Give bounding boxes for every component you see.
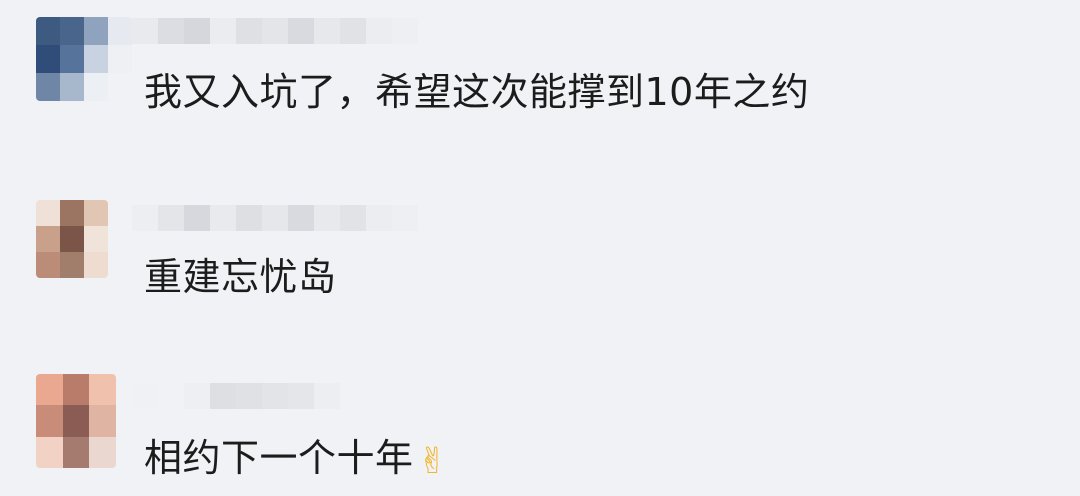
mosaic-tile xyxy=(89,436,116,468)
mosaic-tile xyxy=(84,73,108,101)
mosaic-tile xyxy=(89,374,116,406)
mosaic-tile xyxy=(108,45,132,73)
name-mosaic-tile xyxy=(210,383,236,409)
mosaic-tile xyxy=(89,405,116,437)
name-mosaic-tile xyxy=(158,18,184,44)
mosaic-tile xyxy=(60,17,84,45)
mosaic-tile xyxy=(108,17,132,45)
mosaic-tile xyxy=(84,45,108,73)
avatar[interactable] xyxy=(36,17,132,101)
mosaic-tile xyxy=(60,45,84,73)
username-blurred[interactable] xyxy=(132,205,418,231)
avatar-mosaic xyxy=(36,374,116,468)
mosaic-tile xyxy=(84,252,108,278)
name-mosaic-tile xyxy=(132,18,158,44)
mosaic-tile xyxy=(60,252,84,278)
mosaic-tile xyxy=(36,374,63,406)
mosaic-tile xyxy=(108,73,132,101)
name-mosaic-tile xyxy=(392,205,418,231)
mosaic-tile xyxy=(84,200,108,226)
name-mosaic-tile xyxy=(288,18,314,44)
name-mosaic-tile xyxy=(158,383,184,409)
name-mosaic-tile xyxy=(366,18,392,44)
name-mosaic-tile xyxy=(288,383,314,409)
mosaic-tile xyxy=(84,226,108,252)
name-mosaic-tile xyxy=(210,18,236,44)
comment-text: 重建忘忧岛 xyxy=(144,255,337,299)
mosaic-tile xyxy=(60,226,84,252)
mosaic-tile xyxy=(36,45,60,73)
name-mosaic-tile xyxy=(340,205,366,231)
name-mosaic-tile xyxy=(132,383,158,409)
name-mosaic-tile xyxy=(262,383,288,409)
mosaic-tile xyxy=(84,17,108,45)
avatar-mosaic xyxy=(36,17,132,101)
name-mosaic-tile xyxy=(184,18,210,44)
name-mosaic-tile xyxy=(236,205,262,231)
mosaic-tile xyxy=(36,73,60,101)
mosaic-tile xyxy=(62,374,90,406)
name-mosaic-tile xyxy=(132,205,158,231)
name-mosaic-tile xyxy=(236,18,262,44)
name-mosaic-tile xyxy=(158,205,184,231)
username-blurred[interactable] xyxy=(132,18,418,44)
mosaic-tile xyxy=(62,436,90,468)
name-mosaic-tile xyxy=(366,205,392,231)
comment-text-content: 相约下一个十年 xyxy=(144,436,414,480)
comment-text: 相约下一个十年 ✌ xyxy=(144,436,448,484)
name-mosaic-tile xyxy=(184,205,210,231)
victory-hand-icon: ✌ xyxy=(417,441,449,482)
name-mosaic-tile xyxy=(314,205,340,231)
avatar[interactable] xyxy=(36,200,108,278)
name-mosaic-tile xyxy=(314,383,340,409)
comment-text: 我又入坑了，希望这次能撑到10年之约 xyxy=(144,70,810,114)
name-mosaic-tile xyxy=(262,18,288,44)
mosaic-tile xyxy=(60,200,84,226)
mosaic-tile xyxy=(36,226,60,252)
name-mosaic-tile xyxy=(236,383,262,409)
mosaic-tile xyxy=(36,17,60,45)
name-mosaic-tile xyxy=(210,205,236,231)
name-mosaic-tile xyxy=(288,205,314,231)
mosaic-tile xyxy=(36,200,60,226)
avatar[interactable] xyxy=(36,374,116,468)
avatar-mosaic xyxy=(36,200,108,278)
name-mosaic-tile xyxy=(340,18,366,44)
name-mosaic-tile xyxy=(314,18,340,44)
mosaic-tile xyxy=(36,252,60,278)
name-mosaic-tile xyxy=(262,205,288,231)
mosaic-tile xyxy=(36,405,63,437)
mosaic-tile xyxy=(62,405,90,437)
mosaic-tile xyxy=(60,73,84,101)
mosaic-tile xyxy=(36,436,63,468)
name-mosaic-tile xyxy=(392,18,418,44)
username-blurred[interactable] xyxy=(132,383,340,409)
name-mosaic-tile xyxy=(184,383,210,409)
